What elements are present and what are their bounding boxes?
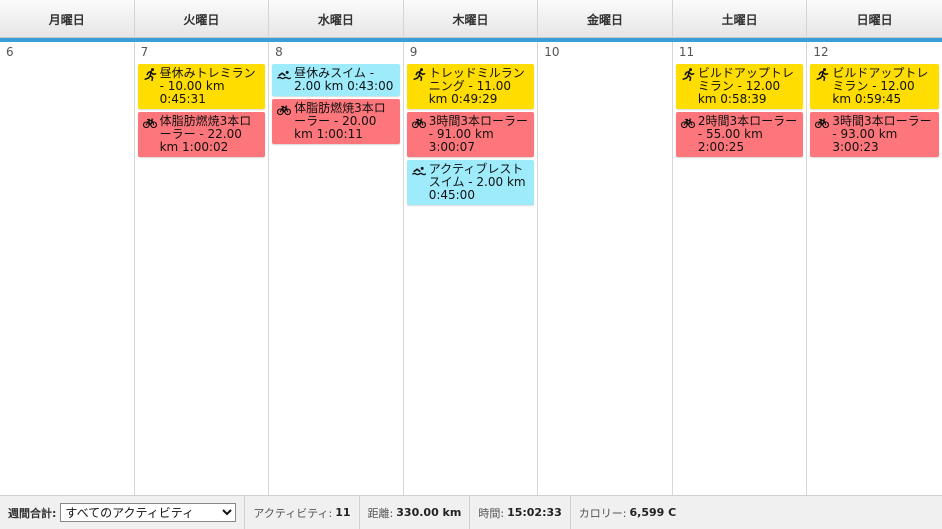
cycling-icon bbox=[277, 103, 292, 116]
workout-event-bike[interactable]: 2時間3本ローラー - 55.00 km 2:00:25 bbox=[675, 112, 804, 157]
weekday-header-fri: 金曜日 bbox=[538, 0, 673, 38]
distance-total: 距離: 330.00 km bbox=[360, 495, 471, 529]
weekday-header-tue: 火曜日 bbox=[135, 0, 270, 38]
calories-total: カロリー: 6,599 C bbox=[571, 496, 684, 529]
weekday-header-mon: 月曜日 bbox=[0, 0, 135, 38]
running-icon bbox=[815, 68, 829, 81]
week-calendar-grid: 6 7 昼休みトレミラン - 10.00 km 0:45:31 体脂肪燃焼3本ローラー… bbox=[0, 42, 942, 495]
running-icon bbox=[681, 68, 695, 81]
swimming-icon bbox=[411, 164, 426, 177]
workout-event-swim[interactable]: 昼休みスイム - 2.00 km 0:43:00 bbox=[272, 64, 400, 96]
weekday-header-sun: 日曜日 bbox=[856, 12, 893, 27]
workout-event-bike[interactable]: 体脂肪燃焼3本ローラー - 22.00 km 1:00:02 bbox=[137, 112, 266, 157]
workout-event-bike[interactable]: 3時間3本ローラー - 91.00 km 3:00:07 bbox=[406, 112, 535, 157]
day-column[interactable]: 6 bbox=[0, 42, 135, 495]
workout-event-text: 体脂肪燃焼3本ローラー - 20.00 km 1:00:11 bbox=[294, 101, 386, 141]
day-number: 11 bbox=[678, 45, 695, 59]
workout-event-swim[interactable]: アクティブレストスイム - 2.00 km 0:45:00 bbox=[406, 160, 535, 205]
weekly-total-section: 週間合計: すべてのアクティビティ bbox=[0, 495, 246, 529]
day-number: 12 bbox=[813, 45, 829, 59]
workout-event-text: トレッドミルランニング - 11.00 km 0:49:29 bbox=[428, 66, 525, 106]
day-column[interactable]: 9 トレッドミルランニング - 11.00 km 0:49:29 3時間3本ローラー… bbox=[404, 42, 539, 495]
weekly-summary-bar: 週間合計: すべてのアクティビティ アクティビティ: 11 距離: 330.00… bbox=[0, 495, 942, 529]
activities-count: アクティビティ: 11 bbox=[245, 495, 360, 529]
weekday-header: 月曜日 火曜日 水曜日 木曜日 金曜日 土曜日 日曜日 bbox=[0, 0, 942, 38]
day-number: 9 bbox=[409, 45, 418, 59]
workout-event-text: 昼休みスイム - 2.00 km 0:43:00 bbox=[294, 66, 394, 93]
running-icon bbox=[412, 68, 426, 81]
workout-event-run[interactable]: ビルドアップトレミラン - 12.00 km 0:58:39 bbox=[675, 64, 804, 109]
time-value: 15:02:33 bbox=[507, 506, 562, 519]
running-icon bbox=[143, 68, 157, 81]
time-total: 時間: 15:02:33 bbox=[470, 495, 571, 529]
activity-filter-select[interactable]: すべてのアクティビティ bbox=[60, 503, 237, 522]
weekday-header-wed: 水曜日 bbox=[269, 0, 404, 38]
workout-event-text: 3時間3本ローラー - 91.00 km 3:00:07 bbox=[428, 114, 528, 154]
workout-event-bike[interactable]: 3時間3本ローラー - 93.00 km 3:00:23 bbox=[810, 112, 939, 157]
weekday-header-sat: 土曜日 bbox=[673, 0, 808, 38]
distance-label: 距離: bbox=[367, 506, 394, 520]
time-label: 時間: bbox=[478, 506, 505, 520]
cycling-icon bbox=[680, 116, 695, 129]
day-number: 10 bbox=[544, 45, 560, 59]
calories-label: カロリー: bbox=[578, 506, 627, 520]
distance-value: 330.00 km bbox=[396, 506, 462, 519]
day-column[interactable]: 8 昼休みスイム - 2.00 km 0:43:00 体脂肪燃焼3本ローラー - 2… bbox=[269, 42, 404, 495]
cycling-icon bbox=[411, 116, 426, 129]
workout-event-bike[interactable]: 体脂肪燃焼3本ローラー - 20.00 km 1:00:11 bbox=[272, 99, 400, 144]
workout-event-run[interactable]: トレッドミルランニング - 11.00 km 0:49:29 bbox=[406, 64, 535, 109]
day-number: 6 bbox=[6, 45, 14, 59]
cycling-icon bbox=[815, 116, 830, 129]
workout-event-text: 3時間3本ローラー - 93.00 km 3:00:23 bbox=[832, 114, 932, 154]
workout-event-text: ビルドアップトレミラン - 12.00 km 0:59:45 bbox=[832, 66, 929, 106]
workout-event-text: ビルドアップトレミラン - 12.00 km 0:58:39 bbox=[697, 66, 794, 106]
workout-event-text: アクティブレストスイム - 2.00 km 0:45:00 bbox=[428, 162, 526, 202]
workout-event-run[interactable]: ビルドアップトレミラン - 12.00 km 0:59:45 bbox=[810, 64, 939, 109]
workout-event-text: 2時間3本ローラー - 55.00 km 2:00:25 bbox=[697, 114, 798, 154]
day-column[interactable]: 10 bbox=[538, 42, 673, 495]
workout-event-text: 体脂肪燃焼3本ローラー - 22.00 km 1:00:02 bbox=[159, 114, 252, 154]
day-column[interactable]: 7 昼休みトレミラン - 10.00 km 0:45:31 体脂肪燃焼3本ローラー … bbox=[135, 42, 270, 495]
workout-event-run[interactable]: 昼休みトレミラン - 10.00 km 0:45:31 bbox=[137, 64, 266, 109]
day-column[interactable]: 11 ビルドアップトレミラン - 12.00 km 0:58:39 2時間3本ローラ… bbox=[673, 42, 808, 495]
swimming-icon bbox=[277, 68, 292, 81]
workout-event-text: 昼休みトレミラン - 10.00 km 0:45:31 bbox=[159, 66, 256, 106]
cycling-icon bbox=[142, 116, 157, 129]
activities-label: アクティビティ: bbox=[253, 506, 333, 520]
calories-value: 6,599 C bbox=[629, 506, 677, 519]
day-column[interactable]: 12 ビルドアップトレミラン - 12.00 km 0:59:45 3時間3本ローラ… bbox=[807, 42, 942, 495]
weekly-total-label: 週間合計: bbox=[8, 506, 57, 520]
day-number: 8 bbox=[275, 45, 283, 59]
activities-value: 11 bbox=[335, 506, 351, 519]
weekday-header-thu: 木曜日 bbox=[404, 0, 539, 38]
day-number: 7 bbox=[140, 45, 149, 59]
